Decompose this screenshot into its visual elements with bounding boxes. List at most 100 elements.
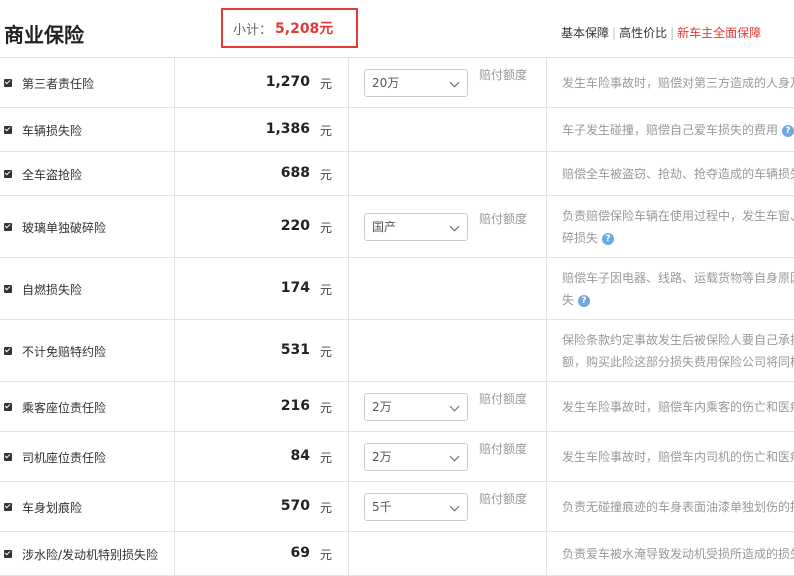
checkbox[interactable] [4, 126, 12, 134]
checkbox[interactable] [4, 79, 12, 87]
limit-label: 赔付额度 [479, 442, 528, 456]
coverage-description: 负责赔偿保险车辆在使用过程中，发生车窗、 碎损失? [562, 205, 794, 249]
chevron-down-icon [449, 401, 460, 412]
column-divider [546, 320, 547, 381]
premium-amount: 1,386 [265, 121, 310, 137]
description-line: 车子发生碰撞，赔偿自己爱车损失的费用 [562, 123, 779, 137]
premium-amount: 531 [280, 342, 310, 358]
limit-label: 赔付额度 [479, 68, 528, 82]
column-divider [174, 482, 175, 531]
coverage-name: 第三者责任险 [22, 77, 95, 91]
table-row: 涉水险/发动机特别损失险 69 元 负责爱车被水淹导致发动机受损所造成的损失 [0, 532, 794, 576]
page-title: 商业保险 [4, 23, 84, 47]
table-row: 车身划痕险 570 元 5千 赔付额度负责无碰撞痕迹的车身表面油漆单独划伤的损 [0, 482, 794, 532]
premium-unit: 元 [320, 548, 333, 562]
column-divider [546, 152, 547, 195]
checkbox[interactable] [4, 285, 12, 293]
coverage-name: 自燃损失险 [22, 283, 83, 297]
checkbox[interactable] [4, 550, 12, 558]
column-divider [546, 108, 547, 151]
chevron-down-icon [449, 501, 460, 512]
coverage-description: 车子发生碰撞，赔偿自己爱车损失的费用? [562, 119, 794, 141]
column-divider [348, 196, 349, 257]
column-divider [348, 320, 349, 381]
select-value: 2万 [372, 400, 392, 414]
premium-amount: 69 [290, 545, 310, 561]
column-divider [174, 152, 175, 195]
column-divider [174, 258, 175, 319]
coverage-name: 全车盗抢险 [22, 168, 83, 182]
premium-unit: 元 [320, 451, 333, 465]
chevron-down-icon [449, 451, 460, 462]
column-divider [546, 196, 547, 257]
coverage-name: 不计免赔特约险 [22, 345, 107, 359]
chevron-down-icon [449, 77, 460, 88]
column-divider [174, 532, 175, 575]
column-divider [348, 152, 349, 195]
column-divider [174, 382, 175, 431]
description-line: 发生车险事故时，赔偿对第三方造成的人身及 [562, 76, 794, 90]
column-divider [546, 432, 547, 481]
premium-amount: 216 [280, 398, 310, 414]
column-divider [174, 320, 175, 381]
description-line: 负责赔偿保险车辆在使用过程中，发生车窗、 [562, 209, 794, 223]
table-row: 全车盗抢险 688 元 赔偿全车被盗窃、抢劫、抢夺造成的车辆损失 [0, 152, 794, 196]
checkbox[interactable] [4, 453, 12, 461]
description-line: 负责爱车被水淹导致发动机受损所造成的损失 [562, 547, 794, 561]
subtotal-label: 小计： [233, 22, 273, 38]
checkbox[interactable] [4, 223, 12, 231]
plan-full-link[interactable]: 新车主全面保障 [677, 26, 761, 40]
checkbox[interactable] [4, 170, 12, 178]
premium-unit: 元 [320, 124, 333, 138]
description-line: 额，购买此险这部分损失费用保险公司将同样 [562, 355, 794, 369]
column-divider [348, 482, 349, 531]
description-line: 发生车险事故时，赔偿车内乘客的伤亡和医疗 [562, 400, 794, 414]
coverage-limit-select[interactable]: 20万 [364, 69, 468, 97]
subtotal-box: 小计： 5,208元 [221, 8, 358, 48]
coverage-name: 车辆损失险 [22, 124, 83, 138]
coverage-limit-select[interactable]: 国产 [364, 213, 468, 241]
coverage-limit-select[interactable]: 2万 [364, 393, 468, 421]
checkbox[interactable] [4, 403, 12, 411]
coverage-name: 车身划痕险 [22, 501, 83, 515]
help-icon[interactable]: ? [578, 294, 591, 307]
header: 商业保险 小计： 5,208元 基本保障 | 高性价比 | 新车主全面保障 [0, 0, 794, 57]
coverage-description: 负责爱车被水淹导致发动机受损所造成的损失 [562, 543, 794, 565]
checkbox[interactable] [4, 347, 12, 355]
description-line: 负责无碰撞痕迹的车身表面油漆单独划伤的损 [562, 500, 794, 514]
column-divider [546, 258, 547, 319]
column-divider [348, 432, 349, 481]
description-line: 赔偿车子因电器、线路、运载货物等自身原因 [562, 271, 794, 285]
table-row: 司机座位责任险 84 元 2万 赔付额度 发生车险事故时，赔偿车内司机的伤亡和医疗 [0, 432, 794, 482]
coverage-description: 赔偿全车被盗窃、抢劫、抢夺造成的车辆损失 [562, 163, 794, 185]
premium-amount: 1,270 [265, 74, 310, 90]
limit-label: 赔付额度 [479, 392, 528, 406]
premium-amount: 570 [280, 498, 310, 514]
premium-amount: 220 [280, 218, 310, 234]
premium-unit: 元 [320, 345, 333, 359]
table-row: 玻璃单独破碎险 220 元 国产 赔付额度 负责赔偿保险车辆在使用过程中，发生车窗、 碎损失… [0, 196, 794, 258]
plan-basic-link[interactable]: 基本保障 [561, 26, 609, 40]
coverage-limit-select[interactable]: 2万 [364, 443, 468, 471]
select-value: 2万 [372, 450, 392, 464]
column-divider [174, 58, 175, 107]
column-divider [546, 382, 547, 431]
premium-unit: 元 [320, 168, 333, 182]
help-icon[interactable]: ? [602, 232, 615, 245]
coverage-limit-select[interactable]: 5千 [364, 493, 468, 521]
table-row: 自燃损失险 174 元 赔偿车子因电器、线路、运载货物等自身原因失? [0, 258, 794, 320]
premium-unit: 元 [320, 501, 333, 515]
limit-label: 赔付额度 [479, 492, 528, 506]
column-divider [348, 532, 349, 575]
help-icon[interactable]: ? [782, 124, 794, 137]
coverage-description: 赔偿车子因电器、线路、运载货物等自身原因失? [562, 267, 794, 311]
checkbox[interactable] [4, 503, 12, 511]
column-divider [174, 196, 175, 257]
premium-amount: 688 [280, 165, 310, 181]
insurance-table: 第三者责任险 1,270 元 20万 赔付额度 发生车险事故时，赔偿对第三方造成的人身及车… [0, 57, 794, 576]
column-divider [348, 58, 349, 107]
column-divider [348, 382, 349, 431]
plan-value-link[interactable]: 高性价比 [619, 26, 667, 40]
premium-unit: 元 [320, 283, 333, 297]
coverage-description: 发生车险事故时，赔偿车内乘客的伤亡和医疗 [562, 396, 794, 418]
